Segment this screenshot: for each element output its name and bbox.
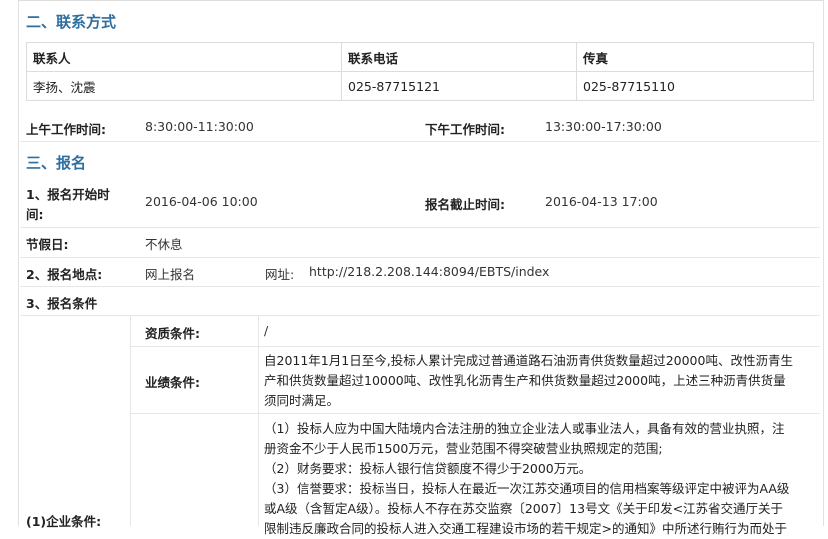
enterprise-conditions-label: (1)企业条件:: [26, 514, 102, 529]
enterprise-text-line: 册资金不少于人民币1500万元，营业范围不得突破营业执照规定的范围;: [264, 441, 663, 456]
am-work-time-label: 上午工作时间:: [26, 122, 106, 137]
qualification-row: 资质条件: /: [131, 316, 820, 347]
contact-table-row: 李扬、沈震 025-87715121 025-87715110: [26, 71, 814, 101]
qualification-label: 资质条件:: [145, 326, 200, 341]
holiday-row: 节假日: 不休息: [20, 228, 820, 258]
section-heading-signup: 三、报名: [26, 154, 87, 172]
pm-work-time-value: 13:30:00-17:30:00: [545, 119, 662, 134]
holiday-value: 不休息: [145, 237, 183, 252]
contact-phone-value: 025-87715121: [341, 71, 577, 101]
performance-text-line: 自2011年1月1日至今,投标人累计完成过普通道路石油沥青供货数量超过20000…: [264, 353, 793, 368]
enterprise-text-line: 限制违反廉政合同的投标人进入交通工程建设市场的若干规定>的通知》中所述行贿行为而…: [264, 521, 787, 536]
pm-work-time-label: 下午工作时间:: [425, 122, 505, 137]
enterprise-conditions-text: （1）投标人应为中国大陆境内合法注册的独立企业法人或事业法人，具备有效的营业执照…: [264, 419, 814, 539]
signup-deadline-label: 报名截止时间:: [425, 197, 505, 212]
contact-fax-header: 传真: [576, 42, 814, 72]
url-label: 网址:: [265, 267, 295, 282]
contact-person-value: 李扬、沈震: [26, 71, 342, 101]
am-work-time-value: 8:30:00-11:30:00: [145, 119, 254, 134]
enterprise-text-line: （2）财务要求：投标人银行信贷额度不得少于2000万元。: [264, 461, 592, 476]
holiday-label: 节假日:: [26, 237, 69, 252]
signup-place-label: 2、报名地点:: [26, 267, 103, 282]
signup-conditions-row: 3、报名条件: [20, 287, 820, 316]
enterprise-text-line: 或A级（含暂定A级）。投标人不存在苏交监察〔2007〕13号文《关于印发<江苏省…: [264, 501, 784, 516]
enterprise-text-line: （3）信誉要求：投标当日，投标人在最近一次江苏交通项目的信用档案等级评定中被评为…: [264, 481, 790, 496]
signup-time-row: 1、报名开始时 间: 2016-04-06 10:00 报名截止时间: 2016…: [20, 177, 820, 228]
work-time-row: 上午工作时间: 8:30:00-11:30:00 下午工作时间: 13:30:0…: [20, 113, 820, 142]
contact-fax-value: 025-87715110: [576, 71, 814, 101]
performance-label: 业绩条件:: [145, 375, 200, 390]
performance-text: 自2011年1月1日至今,投标人累计完成过普通道路石油沥青供货数量超过20000…: [264, 351, 814, 411]
signup-start-label-line2: 间:: [26, 207, 44, 222]
signup-conditions-label: 3、报名条件: [26, 296, 98, 311]
signup-start-value: 2016-04-06 10:00: [145, 194, 258, 209]
enterprise-text-line: （1）投标人应为中国大陆境内合法注册的独立企业法人或事业法人，具备有效的营业执照…: [264, 421, 785, 436]
contact-table-header-row: 联系人 联系电话 传真: [26, 42, 814, 72]
performance-text-line: 须同时满足。: [264, 393, 340, 408]
section-heading-contact: 二、联系方式: [26, 13, 117, 31]
signup-place-row: 2、报名地点: 网上报名 网址: http://218.2.208.144:80…: [20, 258, 820, 287]
signup-url-link[interactable]: http://218.2.208.144:8094/EBTS/index: [309, 264, 549, 279]
qualification-value: /: [264, 323, 269, 338]
contact-person-header: 联系人: [26, 42, 342, 72]
contact-table: 联系人 联系电话 传真 李扬、沈震 025-87715121 025-87715…: [26, 42, 814, 101]
signup-place-value: 网上报名: [145, 267, 196, 282]
signup-start-label-line1: 1、报名开始时: [26, 187, 110, 202]
contact-phone-header: 联系电话: [341, 42, 577, 72]
performance-text-line: 产和供货数量超过10000吨、改性乳化沥青生产和供货数量超过2000吨，上述三种…: [264, 373, 786, 388]
signup-deadline-value: 2016-04-13 17:00: [545, 194, 658, 209]
